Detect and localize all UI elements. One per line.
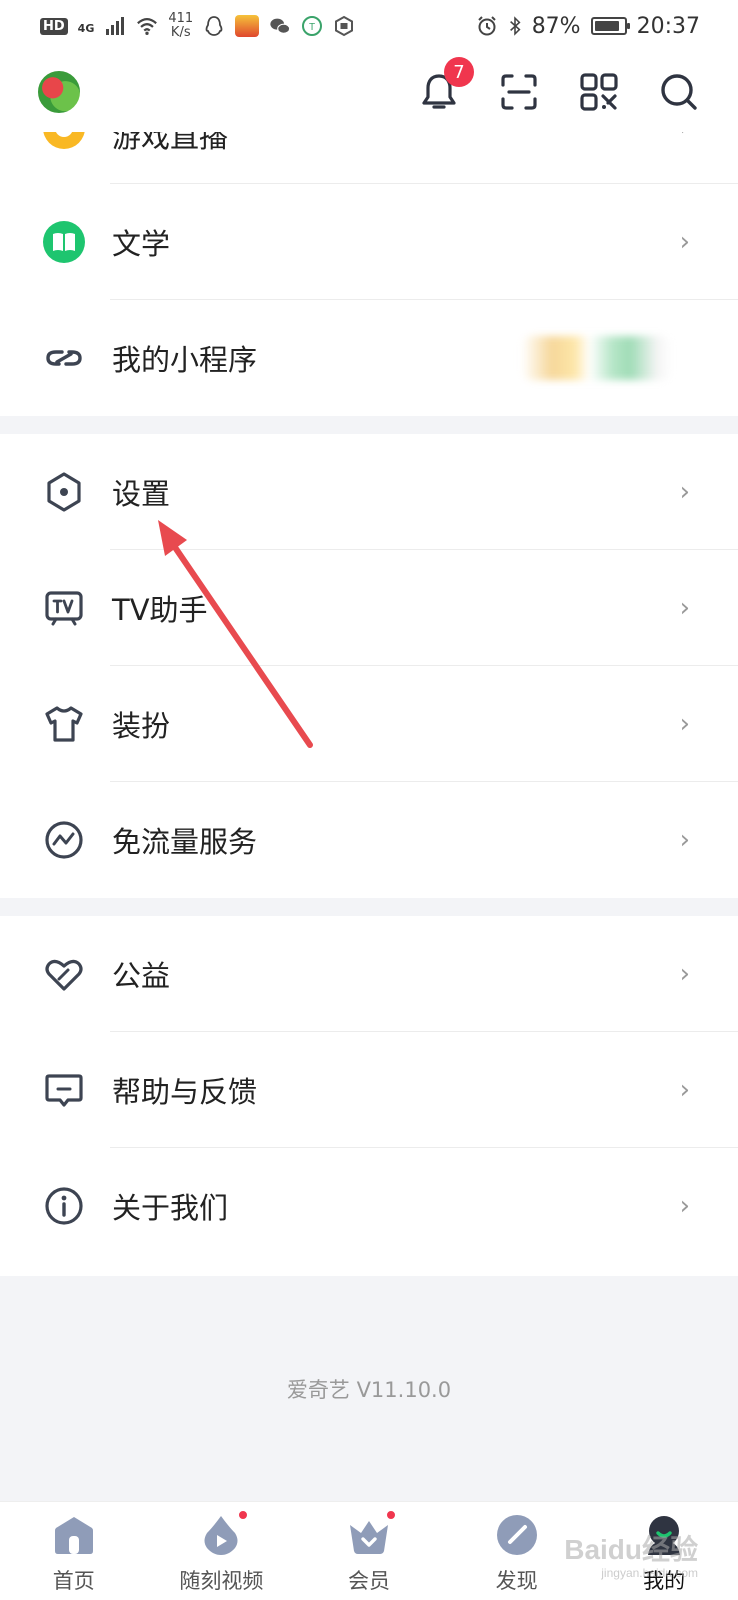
bluetooth-icon [509,16,521,36]
menu-item-settings[interactable]: 设置 › [0,434,738,550]
info-icon [42,1184,86,1228]
chevron-right-icon: › [679,477,690,507]
notification-button[interactable]: 7 [418,57,474,113]
chevron-right-icon: › [679,593,690,623]
app-version: 爱奇艺 V11.10.0 [286,1378,452,1402]
status-right: 87% 20:37 [476,14,700,39]
nav-label: 随刻视频 [179,1569,264,1593]
menu-item-literature[interactable]: 文学 › [0,184,738,300]
chevron-right-icon: › [679,1075,690,1105]
game-live-icon [42,132,86,150]
flame-play-icon [204,1516,238,1555]
app-notification-icon [235,15,260,37]
alarm-icon [477,16,496,36]
status-left: HD 4G 411 K/s T [40,12,355,40]
top-header: 7 [0,52,738,132]
data-wave-icon [42,818,86,862]
nav-label: 会员 [347,1569,390,1593]
menu-item-help-feedback[interactable]: 帮助与反馈 › [0,1032,738,1148]
menu-item-dress-up[interactable]: 装扮 › [0,666,738,782]
battery-level-fill [594,21,619,31]
chevron-right-icon: › [679,709,690,739]
search-icon [661,74,697,110]
notification-badge: 7 [444,57,474,87]
app-hexagon-icon [335,15,354,37]
nav-notification-dot [237,1509,250,1521]
crown-icon [349,1521,388,1554]
menu-item-label: 设置 [112,477,171,511]
wifi-icon [137,18,158,35]
menu-item-label: 公益 [112,959,171,993]
qrcode-icon [580,73,618,111]
network-speed: 411 K/s [168,12,193,40]
wechat-icon [270,18,291,34]
nav-vip[interactable]: 会员 [299,1507,439,1595]
qq-icon [205,16,223,36]
speed-value: 411 [168,11,194,26]
menu-item-label: 免流量服务 [112,825,258,859]
app-shield-icon: T [302,16,323,36]
baidu-watermark: Baidu经验 [564,1534,698,1565]
tv-icon [42,586,86,630]
menu-item-label: 帮助与反馈 [112,1075,258,1109]
menu-item-label: 文学 [112,227,171,261]
nav-suike-video[interactable]: 随刻视频 [151,1507,291,1595]
svg-text:T: T [309,22,315,33]
menu-item-game-live[interactable]: 游戏直播 › [0,132,738,184]
tshirt-icon [42,702,86,746]
clock: 20:37 [636,13,700,39]
signal-icon [106,17,125,35]
chevron-right-icon: › [679,227,690,257]
speed-unit: K/s [170,25,191,40]
menu-item-label: 关于我们 [112,1191,229,1225]
scan-button[interactable] [498,71,540,113]
recent-mini-programs-preview[interactable] [522,336,672,380]
hd-indicator: HD [40,17,68,35]
battery-percent: 87% [531,13,581,39]
nav-home[interactable]: 首页 [4,1507,144,1595]
compass-pencil-icon [496,1515,537,1555]
heart-icon [42,952,86,996]
book-icon [42,220,86,264]
menu-item-tv-assistant[interactable]: TV助手 › [0,550,738,666]
menu-item-label: 游戏直播 [112,132,229,154]
chevron-right-icon: › [679,959,690,989]
menu-item-charity[interactable]: 公益 › [0,916,738,1032]
section-gap [0,416,738,434]
menu-item-mini-programs[interactable]: 我的小程序 [0,300,738,416]
menu-item-free-data[interactable]: 免流量服务 › [0,782,738,898]
nav-label: 首页 [52,1569,95,1593]
menu-item-label: TV助手 [112,593,208,627]
menu-list: 游戏直播 › 文学 › 我的小程序 [0,132,738,1264]
battery-icon [590,17,630,35]
chevron-right-icon: › [679,825,690,855]
settings-hexagon-icon [42,470,86,514]
home-icon [54,1517,93,1554]
network-type: 4G [77,22,95,35]
chevron-right-icon: › [680,132,690,142]
nav-notification-dot [384,1509,397,1521]
menu-item-label: 装扮 [112,709,171,743]
video-icon-wrap [199,1509,250,1557]
nav-label: 发现 [495,1569,538,1593]
section-gap [0,898,738,916]
chevron-right-icon: › [679,1191,690,1221]
search-button[interactable] [658,71,700,113]
status-bar: HD 4G 411 K/s T 87% 20:37 [0,0,738,52]
feedback-message-icon [42,1068,86,1112]
crown-icon-wrap [347,1509,397,1557]
qrcode-button[interactable] [578,71,620,113]
scan-icon [501,74,537,110]
baidu-watermark-url: jingyan.baidu.com [601,1566,698,1580]
link-chain-icon [42,336,86,380]
header-actions: 7 [418,57,700,113]
user-avatar[interactable] [36,69,82,115]
menu-item-about-us[interactable]: 关于我们 › [0,1148,738,1264]
